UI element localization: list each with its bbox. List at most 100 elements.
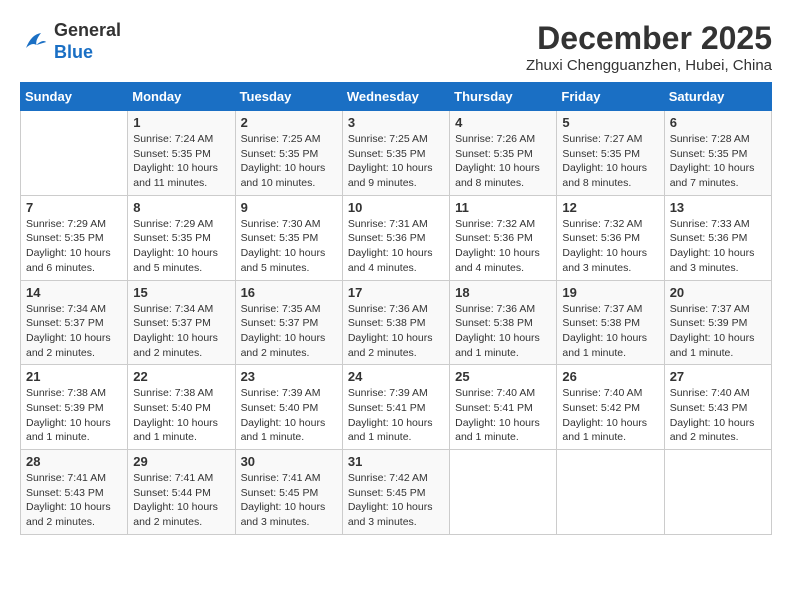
day-number: 25 [455, 369, 551, 384]
calendar-week-row: 21 Sunrise: 7:38 AMSunset: 5:39 PMDayligh… [21, 365, 772, 450]
logo-icon [20, 27, 50, 57]
day-number: 6 [670, 115, 766, 130]
calendar-cell: 9Sunrise: 7:30 AMSunset: 5:35 PMDaylight… [235, 195, 342, 280]
day-info: Sunrise: 7:41 AMSunset: 5:43 PMDaylight:… [26, 471, 122, 530]
calendar-cell: 7 Sunrise: 7:29 AMSunset: 5:35 PMDaylight… [21, 195, 128, 280]
day-number: 30 [241, 454, 337, 469]
calendar-cell: 4 Sunrise: 7:26 AMSunset: 5:35 PMDaylight… [450, 111, 557, 196]
calendar-cell: 6 Sunrise: 7:28 AMSunset: 5:35 PMDaylight… [664, 111, 771, 196]
day-number: 4 [455, 115, 551, 130]
day-number: 23 [241, 369, 337, 384]
day-info: Sunrise: 7:29 AMSunset: 5:35 PMDaylight:… [133, 217, 229, 276]
day-info: Sunrise: 7:34 AMSunset: 5:37 PMDaylight:… [26, 302, 122, 361]
day-number: 3 [348, 115, 444, 130]
calendar-cell: 10Sunrise: 7:31 AMSunset: 5:36 PMDayligh… [342, 195, 449, 280]
day-info: Sunrise: 7:38 AMSunset: 5:40 PMDaylight:… [133, 386, 229, 445]
location: Zhuxi Chengguanzhen, Hubei, China [526, 57, 772, 74]
calendar-cell: 12 Sunrise: 7:32 AMSunset: 5:36 PMDayligh… [557, 195, 664, 280]
day-number: 14 [26, 285, 122, 300]
calendar-cell: 3Sunrise: 7:25 AMSunset: 5:35 PMDaylight… [342, 111, 449, 196]
calendar-cell: 13Sunrise: 7:33 AMSunset: 5:36 PMDayligh… [664, 195, 771, 280]
day-info: Sunrise: 7:42 AMSunset: 5:45 PMDaylight:… [348, 471, 444, 530]
calendar-table: SundayMondayTuesdayWednesdayThursdayFrid… [20, 82, 772, 535]
calendar-cell: 21 Sunrise: 7:38 AMSunset: 5:39 PMDayligh… [21, 365, 128, 450]
calendar-cell: 16Sunrise: 7:35 AMSunset: 5:37 PMDayligh… [235, 280, 342, 365]
calendar-cell: 25 Sunrise: 7:40 AMSunset: 5:41 PMDayligh… [450, 365, 557, 450]
calendar-cell: 30Sunrise: 7:41 AMSunset: 5:45 PMDayligh… [235, 450, 342, 535]
day-number: 26 [562, 369, 658, 384]
calendar-week-row: 1 Sunrise: 7:24 AMSunset: 5:35 PMDaylight… [21, 111, 772, 196]
day-info: Sunrise: 7:26 AMSunset: 5:35 PMDaylight:… [455, 132, 551, 191]
day-info: Sunrise: 7:39 AMSunset: 5:41 PMDaylight:… [348, 386, 444, 445]
calendar-cell: 5 Sunrise: 7:27 AMSunset: 5:35 PMDaylight… [557, 111, 664, 196]
day-number: 19 [562, 285, 658, 300]
calendar-cell: 1 Sunrise: 7:24 AMSunset: 5:35 PMDaylight… [128, 111, 235, 196]
calendar-cell: 15 Sunrise: 7:34 AMSunset: 5:37 PMDayligh… [128, 280, 235, 365]
day-info: Sunrise: 7:36 AMSunset: 5:38 PMDaylight:… [455, 302, 551, 361]
day-number: 11 [455, 200, 551, 215]
calendar-week-row: 7 Sunrise: 7:29 AMSunset: 5:35 PMDaylight… [21, 195, 772, 280]
day-info: Sunrise: 7:40 AMSunset: 5:43 PMDaylight:… [670, 386, 766, 445]
calendar-cell [557, 450, 664, 535]
day-info: Sunrise: 7:35 AMSunset: 5:37 PMDaylight:… [241, 302, 337, 361]
day-number: 27 [670, 369, 766, 384]
calendar-cell: 31 Sunrise: 7:42 AMSunset: 5:45 PMDayligh… [342, 450, 449, 535]
day-info: Sunrise: 7:29 AMSunset: 5:35 PMDaylight:… [26, 217, 122, 276]
day-info: Sunrise: 7:25 AMSunset: 5:35 PMDaylight:… [241, 132, 337, 191]
day-number: 1 [133, 115, 229, 130]
calendar-cell: 27 Sunrise: 7:40 AMSunset: 5:43 PMDayligh… [664, 365, 771, 450]
column-header-thursday: Thursday [450, 83, 557, 111]
day-info: Sunrise: 7:40 AMSunset: 5:41 PMDaylight:… [455, 386, 551, 445]
calendar-cell: 19Sunrise: 7:37 AMSunset: 5:38 PMDayligh… [557, 280, 664, 365]
day-number: 31 [348, 454, 444, 469]
day-number: 10 [348, 200, 444, 215]
column-header-monday: Monday [128, 83, 235, 111]
day-number: 5 [562, 115, 658, 130]
column-header-wednesday: Wednesday [342, 83, 449, 111]
column-header-saturday: Saturday [664, 83, 771, 111]
calendar-cell: 26 Sunrise: 7:40 AMSunset: 5:42 PMDayligh… [557, 365, 664, 450]
day-number: 20 [670, 285, 766, 300]
day-info: Sunrise: 7:27 AMSunset: 5:35 PMDaylight:… [562, 132, 658, 191]
day-info: Sunrise: 7:33 AMSunset: 5:36 PMDaylight:… [670, 217, 766, 276]
column-header-sunday: Sunday [21, 83, 128, 111]
day-info: Sunrise: 7:37 AMSunset: 5:39 PMDaylight:… [670, 302, 766, 361]
logo-text: General Blue [54, 20, 121, 63]
calendar-cell: 22 Sunrise: 7:38 AMSunset: 5:40 PMDayligh… [128, 365, 235, 450]
calendar-week-row: 28 Sunrise: 7:41 AMSunset: 5:43 PMDayligh… [21, 450, 772, 535]
calendar-body: 1 Sunrise: 7:24 AMSunset: 5:35 PMDaylight… [21, 111, 772, 535]
day-number: 18 [455, 285, 551, 300]
calendar-week-row: 14 Sunrise: 7:34 AMSunset: 5:37 PMDayligh… [21, 280, 772, 365]
day-info: Sunrise: 7:24 AMSunset: 5:35 PMDaylight:… [133, 132, 229, 191]
month-title: December 2025 [526, 20, 772, 57]
column-header-friday: Friday [557, 83, 664, 111]
calendar-cell: 29Sunrise: 7:41 AMSunset: 5:44 PMDayligh… [128, 450, 235, 535]
day-info: Sunrise: 7:36 AMSunset: 5:38 PMDaylight:… [348, 302, 444, 361]
calendar-cell [21, 111, 128, 196]
calendar-cell: 14 Sunrise: 7:34 AMSunset: 5:37 PMDayligh… [21, 280, 128, 365]
day-number: 7 [26, 200, 122, 215]
day-number: 15 [133, 285, 229, 300]
day-info: Sunrise: 7:28 AMSunset: 5:35 PMDaylight:… [670, 132, 766, 191]
day-number: 21 [26, 369, 122, 384]
column-header-tuesday: Tuesday [235, 83, 342, 111]
day-number: 8 [133, 200, 229, 215]
day-info: Sunrise: 7:38 AMSunset: 5:39 PMDaylight:… [26, 386, 122, 445]
calendar-cell: 20 Sunrise: 7:37 AMSunset: 5:39 PMDayligh… [664, 280, 771, 365]
day-info: Sunrise: 7:34 AMSunset: 5:37 PMDaylight:… [133, 302, 229, 361]
day-number: 22 [133, 369, 229, 384]
calendar-cell: 17 Sunrise: 7:36 AMSunset: 5:38 PMDayligh… [342, 280, 449, 365]
day-number: 2 [241, 115, 337, 130]
day-number: 28 [26, 454, 122, 469]
day-info: Sunrise: 7:40 AMSunset: 5:42 PMDaylight:… [562, 386, 658, 445]
title-section: December 2025 Zhuxi Chengguanzhen, Hubei… [526, 20, 772, 74]
calendar-cell: 8 Sunrise: 7:29 AMSunset: 5:35 PMDaylight… [128, 195, 235, 280]
logo: General Blue [20, 20, 121, 63]
day-number: 29 [133, 454, 229, 469]
calendar-cell [664, 450, 771, 535]
page-header: General Blue December 2025 Zhuxi Chenggu… [20, 20, 772, 74]
calendar-header-row: SundayMondayTuesdayWednesdayThursdayFrid… [21, 83, 772, 111]
day-info: Sunrise: 7:32 AMSunset: 5:36 PMDaylight:… [562, 217, 658, 276]
day-number: 17 [348, 285, 444, 300]
day-number: 12 [562, 200, 658, 215]
